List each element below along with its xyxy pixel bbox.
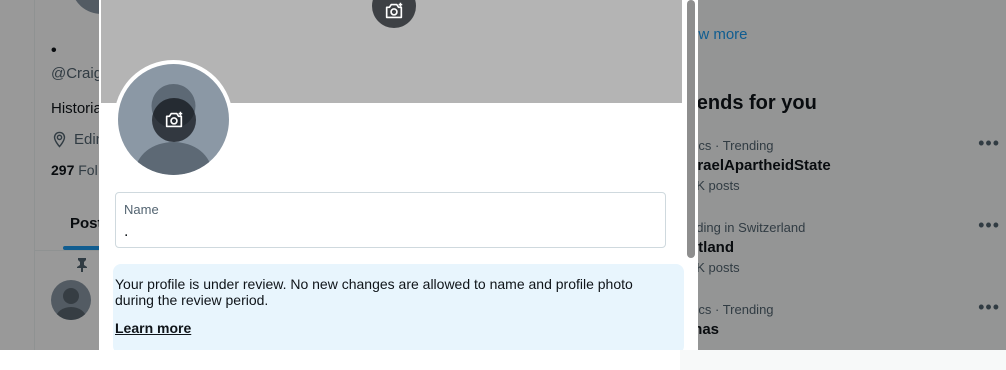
name-field-label: Name — [124, 202, 159, 217]
learn-more-link[interactable]: Learn more — [115, 320, 191, 336]
add-profile-photo-button[interactable] — [152, 98, 196, 142]
add-photo-icon — [385, 2, 403, 19]
add-banner-photo-button[interactable] — [372, 0, 416, 28]
name-field-value[interactable]: . — [124, 223, 128, 241]
scrollbar-thumb[interactable] — [687, 0, 695, 258]
edit-profile-modal: Name . Your profile is under review. No … — [99, 0, 698, 350]
add-photo-icon — [165, 111, 183, 128]
review-notice-text: Your profile is under review. No new cha… — [115, 276, 633, 308]
name-field[interactable]: Name . — [115, 192, 666, 248]
review-notice: Your profile is under review. No new cha… — [113, 264, 684, 350]
profile-photo-frame — [114, 60, 233, 179]
profile-photo — [118, 64, 229, 175]
